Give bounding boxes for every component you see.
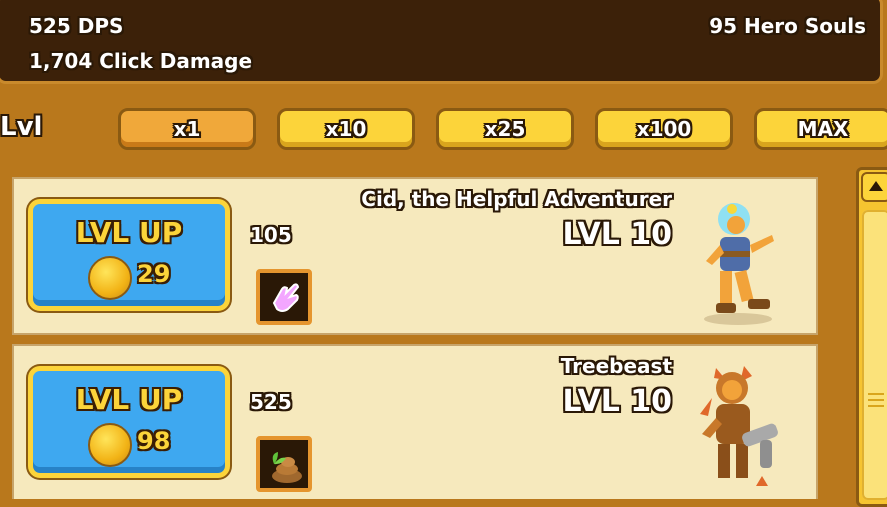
hero-damage: 105 [250,223,292,247]
treebeast-hero-portrait [700,366,778,486]
level-multiplier-label: Lvl [0,112,43,142]
hero-list-scrollbar[interactable] [856,167,887,507]
gold-coin-icon [88,256,132,300]
scroll-up-button[interactable] [861,172,887,202]
level-up-label: LVL UP [75,216,183,249]
pointer-hand-icon[interactable] [256,269,312,325]
level-up-button[interactable]: LVL UP 29 [28,199,230,311]
hero-name: Treebeast [560,354,672,378]
level-up-cost: 98 [137,427,171,455]
multiplier-x10-button[interactable]: x10 [277,108,415,150]
dps-readout: 525 DPS [29,14,124,38]
hero-level: LVL 10 [562,217,672,252]
hero-level: LVL 10 [562,384,672,419]
hero-row: LVL UP 29 105 Cid, the Helpful Adventure… [12,177,818,335]
gold-coin-icon [88,423,132,467]
level-up-button[interactable]: LVL UP 98 [28,366,230,478]
arrow-up-icon [869,181,883,191]
multiplier-x100-button[interactable]: x100 [595,108,733,150]
hero-row: LVL UP 98 525 Treebeast LVL 10 [12,344,818,499]
seedling-pile-icon[interactable] [256,436,312,492]
multiplier-x25-button[interactable]: x25 [436,108,574,150]
hero-name: Cid, the Helpful Adventurer [361,187,672,211]
multiplier-x1-button[interactable]: x1 [118,108,256,150]
level-up-label: LVL UP [75,383,183,416]
grip-lines-icon [868,393,884,407]
level-up-cost: 29 [137,260,171,288]
cid-hero-portrait [704,203,774,325]
scroll-thumb[interactable] [862,210,887,500]
hero-damage: 525 [250,390,292,414]
stats-bar: 525 DPS 1,704 Click Damage 95 Hero Souls [0,0,883,84]
multiplier-max-button[interactable]: MAX [754,108,887,150]
hero-list[interactable]: LVL UP 29 105 Cid, the Helpful Adventure… [0,165,887,499]
hero-souls-readout: 95 Hero Souls [709,14,866,38]
click-damage-readout: 1,704 Click Damage [29,49,253,73]
